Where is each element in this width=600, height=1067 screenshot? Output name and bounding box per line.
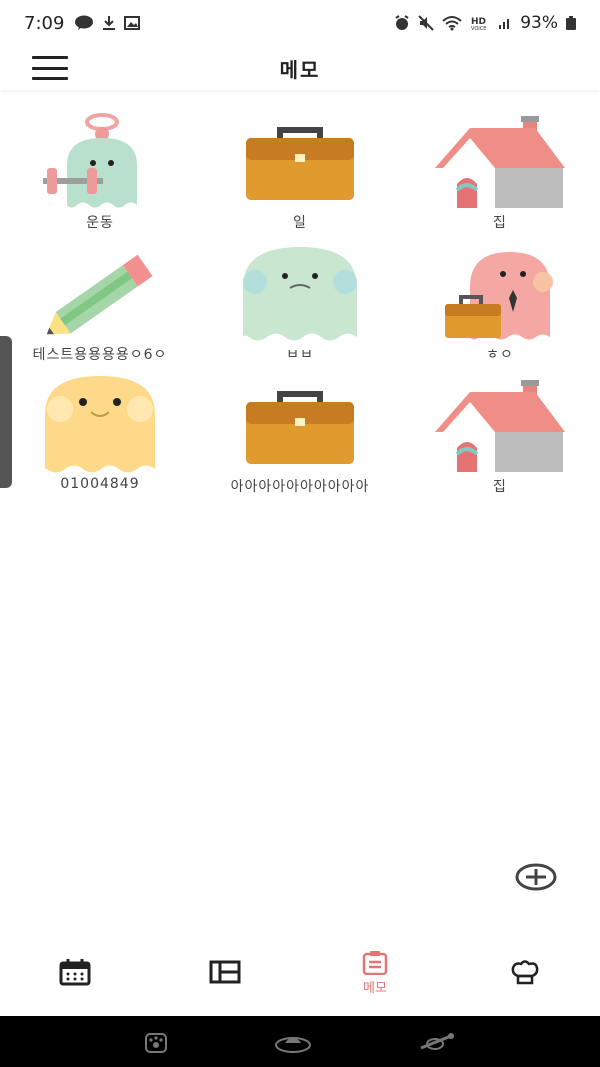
chef-hat-icon <box>511 960 539 985</box>
menu-line <box>32 66 68 70</box>
hd-voice-icon: HDVOICE <box>471 17 486 31</box>
alarm-icon <box>395 15 409 30</box>
memo-item[interactable]: ㅂㅂ <box>200 242 400 363</box>
memo-item[interactable]: ㅎㅇ <box>400 242 600 363</box>
hamburger-menu-button[interactable] <box>32 53 68 83</box>
ghost-briefcase-icon <box>445 252 553 340</box>
cat-home-icon[interactable] <box>274 1030 312 1054</box>
memo-label: 01004849 <box>60 476 140 492</box>
memo-item[interactable]: 일 <box>200 110 400 231</box>
image-icon <box>124 16 141 30</box>
ghost-yellow-icon <box>45 376 155 473</box>
memo-item[interactable]: 아아아아아아아아아아 <box>200 374 400 495</box>
memo-grid: 운동 일 집 테스트용용용용ㅇ6ㅇ ㅂㅂ ㅎㅇ 01004849 아아아아아아아… <box>0 110 600 495</box>
memo-label: 일 <box>293 215 307 231</box>
ghost-dumbbell-icon <box>43 113 137 208</box>
memo-item[interactable]: 운동 <box>0 110 200 231</box>
layout-icon <box>209 960 241 984</box>
bottom-nav: 메모 <box>0 930 600 1016</box>
system-nav-bar <box>0 1016 600 1067</box>
memo-item[interactable]: 테스트용용용용ㅇ6ㅇ <box>0 242 200 363</box>
battery-percent: 93% <box>520 13 558 33</box>
memo-label: ㅎㅇ <box>486 347 514 363</box>
menu-line <box>32 56 68 59</box>
briefcase-icon <box>246 127 354 200</box>
memo-item[interactable]: 집 <box>400 110 600 231</box>
menu-line <box>32 77 68 80</box>
mute-icon <box>418 15 434 31</box>
paw-icon[interactable] <box>143 1029 169 1055</box>
plus-circle-icon <box>515 863 557 891</box>
wifi-icon <box>442 16 462 31</box>
clipboard-icon <box>362 950 388 975</box>
nav-label: 메모 <box>363 980 387 996</box>
memo-label: 집 <box>493 215 507 231</box>
house-icon <box>435 380 565 472</box>
memo-label: 집 <box>493 479 507 495</box>
house-icon <box>435 116 565 208</box>
status-bar: 7:09 HD VOICE 93% <box>0 0 600 46</box>
ghost-mint-icon <box>243 247 357 341</box>
status-time: 7:09 <box>24 12 65 34</box>
nav-board[interactable] <box>150 930 300 1016</box>
calendar-icon <box>59 959 91 986</box>
page-title: 메모 <box>279 57 321 82</box>
download-icon <box>103 16 116 30</box>
memo-label: 아아아아아아아아아아 <box>230 479 370 495</box>
nav-memo[interactable]: 메모 <box>300 930 450 1016</box>
briefcase-icon <box>246 391 354 464</box>
battery-icon <box>566 16 576 30</box>
nav-calendar[interactable] <box>0 930 150 1016</box>
memo-item[interactable]: 01004849 <box>0 374 200 492</box>
memo-label: 테스트용용용용ㅇ6ㅇ <box>32 347 168 363</box>
signal-icon <box>499 19 510 29</box>
cat-back-icon[interactable] <box>417 1030 457 1054</box>
svg-text:VOICE: VOICE <box>471 26 486 31</box>
memo-label: ㅂㅂ <box>286 347 314 363</box>
pencil-icon <box>46 254 153 335</box>
nav-chef[interactable] <box>450 930 600 1016</box>
app-header: 메모 <box>0 46 600 90</box>
add-memo-button[interactable] <box>514 857 558 897</box>
memo-item[interactable]: 집 <box>400 374 600 495</box>
memo-label: 운동 <box>86 215 114 231</box>
talk-icon <box>75 15 94 30</box>
